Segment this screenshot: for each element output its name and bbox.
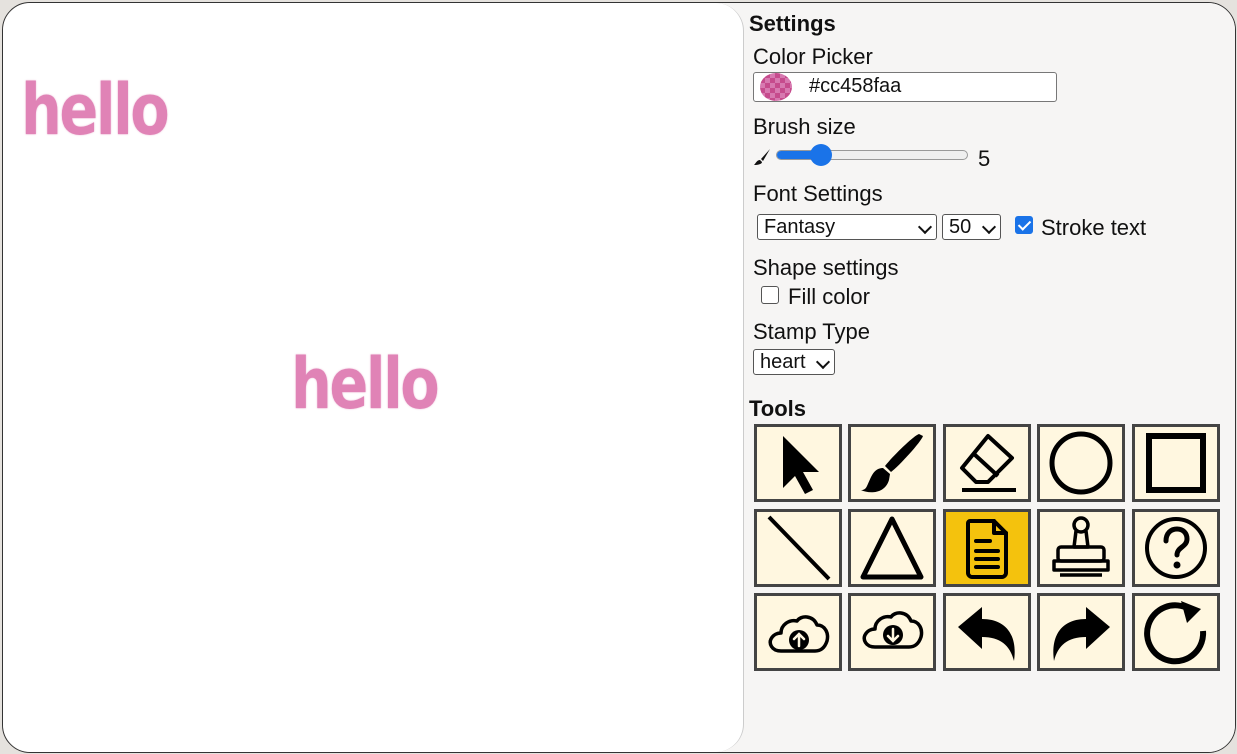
fill-color-checkbox[interactable] [761,286,779,304]
brush-size-slider[interactable] [776,150,968,160]
circle-tool-button[interactable] [1037,424,1125,502]
brush-icon [861,434,923,493]
eraser-tool-button[interactable] [943,424,1031,502]
pointer-icon [783,436,819,494]
cloud-upload-icon [768,615,830,653]
reset-icon [1144,601,1207,665]
undo-tool-button[interactable] [943,593,1031,671]
stamp-type-label: Stamp Type [753,319,870,344]
color-picker-input[interactable]: #cc458faa [753,72,1057,102]
pointer-tool-button[interactable] [754,424,842,502]
color-value: #cc458faa [809,75,902,97]
upload-tool-button[interactable] [754,593,842,671]
color-picker-label: Color Picker [753,44,873,69]
settings-panel: Settings Color Picker #cc458faa Brush si… [744,3,1235,752]
chevron-down-icon [917,219,933,235]
settings-title: Settings [749,11,836,36]
redo-icon [1053,607,1110,661]
canvas-text-2: hello [291,343,440,425]
download-tool-button[interactable] [848,593,936,671]
paintbrush-icon [754,149,770,165]
circle-icon [1049,431,1113,495]
chevron-down-icon [981,219,997,235]
text-document-icon [966,519,1008,579]
color-swatch[interactable] [760,73,792,101]
triangle-icon [860,516,924,580]
cloud-download-icon [862,611,924,649]
fill-color-label: Fill color [788,284,870,309]
brush-tool-button[interactable] [848,424,936,502]
help-tool-button[interactable] [1132,509,1220,587]
eraser-icon [960,434,1016,492]
reset-tool-button[interactable] [1132,593,1220,671]
brush-size-label: Brush size [753,114,856,139]
stroke-text-label: Stroke text [1041,215,1147,240]
font-size-value: 50 [949,216,972,238]
paint-app: hello hello Settings Color Picker #cc458… [2,2,1236,753]
text-tool-button[interactable] [943,509,1031,587]
stamp-tool-button[interactable] [1037,509,1125,587]
chevron-down-icon [815,354,831,370]
square-icon [1146,433,1206,493]
tools-title: Tools [749,396,807,421]
font-family-value: Fantasy [764,216,836,238]
shape-settings-label: Shape settings [753,255,899,280]
drawing-canvas[interactable]: hello hello [3,3,744,752]
font-family-select[interactable]: Fantasy [757,214,937,240]
stamp-type-value: heart [760,351,806,373]
stroke-text-checkbox[interactable] [1015,216,1033,234]
font-size-select[interactable]: 50 [942,214,1001,240]
canvas-text-1: hello [21,69,170,151]
brush-size-slider-thumb[interactable] [810,144,832,166]
redo-tool-button[interactable] [1037,593,1125,671]
square-tool-button[interactable] [1132,424,1220,502]
undo-icon [958,607,1015,661]
triangle-tool-button[interactable] [848,509,936,587]
line-icon [767,515,831,581]
help-icon [1145,517,1207,579]
line-tool-button[interactable] [754,509,842,587]
font-settings-label: Font Settings [753,181,883,206]
brush-size-value: 5 [978,146,991,171]
stamp-type-select[interactable]: heart [753,349,835,375]
stamp-icon [1052,516,1110,577]
